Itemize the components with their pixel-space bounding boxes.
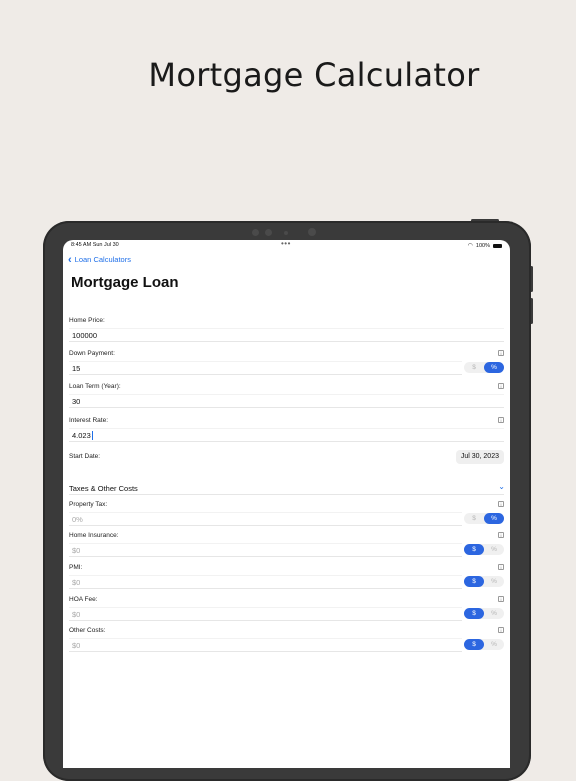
other-costs-unit-toggle[interactable]: $ % bbox=[464, 639, 504, 650]
unit-percent-option[interactable]: % bbox=[484, 544, 504, 555]
other-costs-input[interactable]: $0 bbox=[69, 638, 462, 652]
home-price-value: 100000 bbox=[72, 330, 98, 340]
interest-rate-value: 4.023 bbox=[72, 430, 91, 440]
unit-percent-option[interactable]: % bbox=[484, 362, 504, 373]
chevron-down-icon[interactable]: ⌄ bbox=[498, 482, 505, 491]
status-time: 8:45 AM Sun Jul 30 bbox=[71, 242, 119, 248]
text-caret bbox=[91, 430, 93, 440]
loan-term-value: 30 bbox=[72, 396, 81, 406]
interest-rate-label: Interest Rate: bbox=[69, 417, 109, 424]
hoa-fee-input[interactable]: $0 bbox=[69, 607, 462, 621]
other-costs-placeholder: $0 bbox=[72, 640, 81, 650]
home-insurance-placeholder: $0 bbox=[72, 545, 81, 555]
hoa-fee-placeholder: $0 bbox=[72, 609, 81, 619]
hoa-fee-unit-toggle[interactable]: $ % bbox=[464, 608, 504, 619]
back-label: Loan Calculators bbox=[74, 255, 131, 264]
info-icon[interactable]: i bbox=[498, 564, 504, 570]
info-icon[interactable]: i bbox=[498, 596, 504, 602]
wifi-icon: ◠ bbox=[467, 243, 473, 249]
unit-percent-option[interactable]: % bbox=[484, 513, 504, 524]
unit-percent-option[interactable]: % bbox=[484, 608, 504, 619]
camera-icon bbox=[308, 228, 316, 236]
other-costs-label: Other Costs: bbox=[69, 627, 106, 634]
down-payment-label: Down Payment: bbox=[69, 350, 115, 357]
loan-term-input[interactable]: 30 bbox=[69, 394, 504, 408]
unit-dollar-option[interactable]: $ bbox=[464, 576, 484, 587]
multitasking-dots[interactable]: ••• bbox=[281, 240, 291, 248]
sensor-dot bbox=[252, 229, 259, 236]
pmi-unit-toggle[interactable]: $ % bbox=[464, 576, 504, 587]
info-icon[interactable]: i bbox=[498, 627, 504, 633]
unit-percent-option[interactable]: % bbox=[484, 639, 504, 650]
property-tax-input[interactable]: 0% bbox=[69, 512, 462, 526]
page-title: Mortgage Loan bbox=[71, 274, 179, 291]
down-payment-value: 15 bbox=[72, 363, 81, 373]
status-right: ◠ 100% bbox=[468, 242, 502, 249]
info-icon[interactable]: i bbox=[498, 383, 504, 389]
sensor-dot bbox=[265, 229, 272, 236]
unit-dollar-option[interactable]: $ bbox=[464, 513, 484, 524]
home-insurance-label: Home Insurance: bbox=[69, 532, 119, 539]
home-price-input[interactable]: 100000 bbox=[69, 328, 504, 342]
info-icon[interactable]: i bbox=[498, 350, 504, 356]
unit-dollar-option[interactable]: $ bbox=[464, 608, 484, 619]
hoa-fee-label: HOA Fee: bbox=[69, 596, 98, 603]
chevron-left-icon: ‹ bbox=[68, 253, 72, 266]
pmi-label: PMI: bbox=[69, 564, 83, 571]
back-button[interactable]: ‹ Loan Calculators bbox=[68, 253, 131, 266]
app-screen: 8:45 AM Sun Jul 30 ••• ◠ 100% ‹ Loan Cal… bbox=[63, 240, 510, 768]
start-date-picker[interactable]: Jul 30, 2023 bbox=[455, 450, 504, 464]
unit-dollar-option[interactable]: $ bbox=[464, 362, 484, 373]
unit-percent-option[interactable]: % bbox=[484, 576, 504, 587]
down-payment-input[interactable]: 15 bbox=[69, 361, 462, 375]
info-icon[interactable]: i bbox=[498, 501, 504, 507]
unit-dollar-option[interactable]: $ bbox=[464, 544, 484, 555]
interest-rate-input[interactable]: 4.023 bbox=[69, 428, 504, 442]
property-tax-label: Property Tax: bbox=[69, 501, 108, 508]
home-insurance-unit-toggle[interactable]: $ % bbox=[464, 544, 504, 555]
down-payment-unit-toggle[interactable]: $ % bbox=[464, 362, 504, 373]
sensor-dot bbox=[284, 231, 288, 235]
battery-icon bbox=[493, 243, 502, 248]
home-price-label: Home Price: bbox=[69, 317, 105, 324]
home-insurance-input[interactable]: $0 bbox=[69, 543, 462, 557]
loan-term-label: Loan Term (Year): bbox=[69, 383, 121, 390]
battery-percent: 100% bbox=[475, 242, 490, 249]
unit-dollar-option[interactable]: $ bbox=[464, 639, 484, 650]
property-tax-placeholder: 0% bbox=[72, 514, 83, 524]
info-icon[interactable]: i bbox=[498, 532, 504, 538]
pmi-input[interactable]: $0 bbox=[69, 575, 462, 589]
status-bar: 8:45 AM Sun Jul 30 ••• ◠ 100% bbox=[63, 240, 510, 252]
section-title[interactable]: Taxes & Other Costs bbox=[69, 484, 138, 493]
property-tax-unit-toggle[interactable]: $ % bbox=[464, 513, 504, 524]
divider bbox=[69, 494, 504, 495]
pmi-placeholder: $0 bbox=[72, 577, 81, 587]
promo-title: Mortgage Calculator bbox=[148, 56, 480, 94]
start-date-label: Start Date: bbox=[69, 453, 101, 460]
info-icon[interactable]: i bbox=[498, 417, 504, 423]
